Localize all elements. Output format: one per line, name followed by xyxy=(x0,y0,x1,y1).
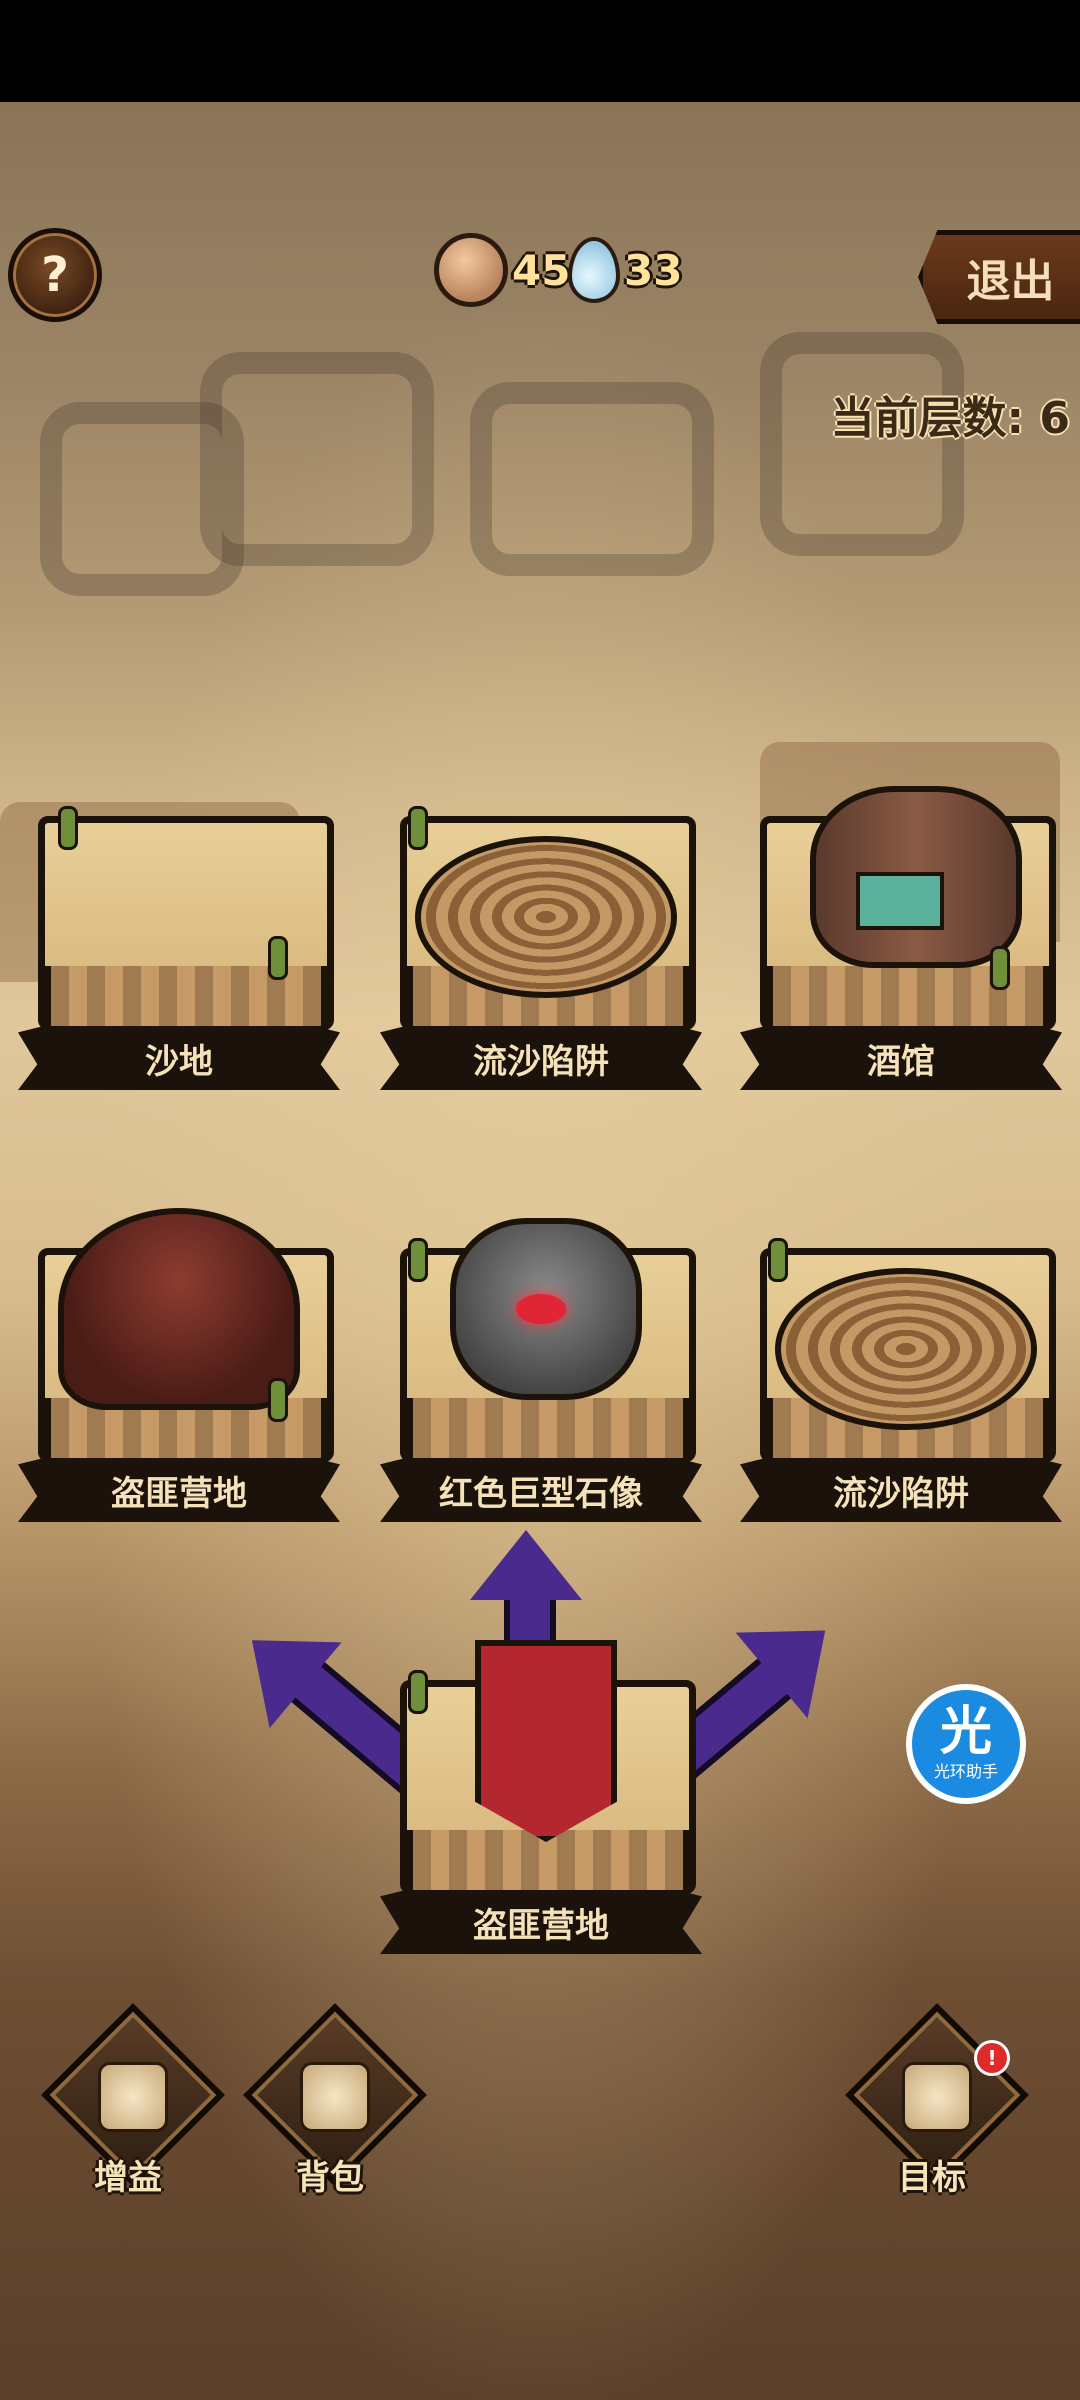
help-button[interactable]: ? xyxy=(8,228,102,322)
status-bar xyxy=(0,0,1080,102)
tile-label: 酒馆 xyxy=(740,1026,1062,1090)
tile-red-statue[interactable]: 红色巨型石像 xyxy=(380,1218,702,1528)
question-icon: ? xyxy=(41,247,69,303)
bandit-camp-icon xyxy=(58,1208,300,1410)
tile-bandit-camp[interactable]: 盗匪营地 xyxy=(18,1208,340,1528)
tavern-barrel-icon xyxy=(810,786,1022,968)
water-drop-icon xyxy=(568,237,620,303)
assistant-label: 光环助手 xyxy=(933,1762,998,1781)
tile-label: 沙地 xyxy=(18,1026,340,1090)
tile-label: 流沙陷阱 xyxy=(740,1458,1062,1522)
cactus-icon xyxy=(990,946,1010,990)
quicksand-icon xyxy=(415,836,677,998)
bag-button[interactable]: 背包 xyxy=(243,2003,427,2210)
cactus-icon xyxy=(768,1238,788,1282)
tile-cliff xyxy=(406,1398,690,1458)
cactus-icon xyxy=(408,1670,428,1714)
tile-label: 流沙陷阱 xyxy=(380,1026,702,1090)
current-floor: 当前层数: 6 xyxy=(830,393,1070,444)
goal-label: 目标 xyxy=(898,2158,966,2198)
assistant-float-button[interactable]: 光 光环助手 xyxy=(906,1684,1026,1804)
coin-counter: 45 xyxy=(434,233,571,307)
tile-quicksand-2[interactable]: 流沙陷阱 xyxy=(740,1228,1062,1528)
bag-label: 背包 xyxy=(296,2158,364,2198)
cactus-icon xyxy=(268,1378,288,1422)
coin-icon xyxy=(434,233,508,307)
water-value: 33 xyxy=(624,245,683,295)
alert-badge-icon: ! xyxy=(974,2040,1010,2076)
water-counter: 33 xyxy=(568,234,682,306)
tile-current: 盗匪营地 xyxy=(380,1640,702,1960)
cactus-icon xyxy=(268,936,288,980)
tile-tavern[interactable]: 酒馆 xyxy=(740,786,1062,1096)
backpack-icon xyxy=(300,2062,370,2132)
stone-statue-icon xyxy=(450,1218,642,1400)
cactus-icon xyxy=(408,806,428,850)
cactus-icon xyxy=(58,806,78,850)
decor-swirl xyxy=(470,382,714,576)
cactus-icon xyxy=(408,1238,428,1282)
buff-icon xyxy=(98,2062,168,2132)
tile-quicksand[interactable]: 流沙陷阱 xyxy=(380,796,702,1096)
coin-value: 45 xyxy=(512,245,571,295)
assistant-icon: 光 xyxy=(939,1702,992,1762)
exit-button[interactable]: 退出 xyxy=(918,230,1080,324)
decor-swirl xyxy=(200,352,434,566)
player-banner-icon xyxy=(475,1640,617,1842)
buff-button[interactable]: 增益 xyxy=(41,2003,225,2210)
tile-label: 盗匪营地 xyxy=(18,1458,340,1522)
quicksand-icon xyxy=(775,1268,1037,1430)
treasure-chest-icon xyxy=(902,2062,972,2132)
exit-label: 退出 xyxy=(966,256,1055,307)
tile-label: 盗匪营地 xyxy=(380,1890,702,1954)
buff-label: 增益 xyxy=(94,2158,162,2198)
tile-sand[interactable]: 沙地 xyxy=(18,796,340,1096)
goal-button[interactable]: ! 目标 xyxy=(845,2003,1029,2210)
tile-label: 红色巨型石像 xyxy=(380,1458,702,1522)
